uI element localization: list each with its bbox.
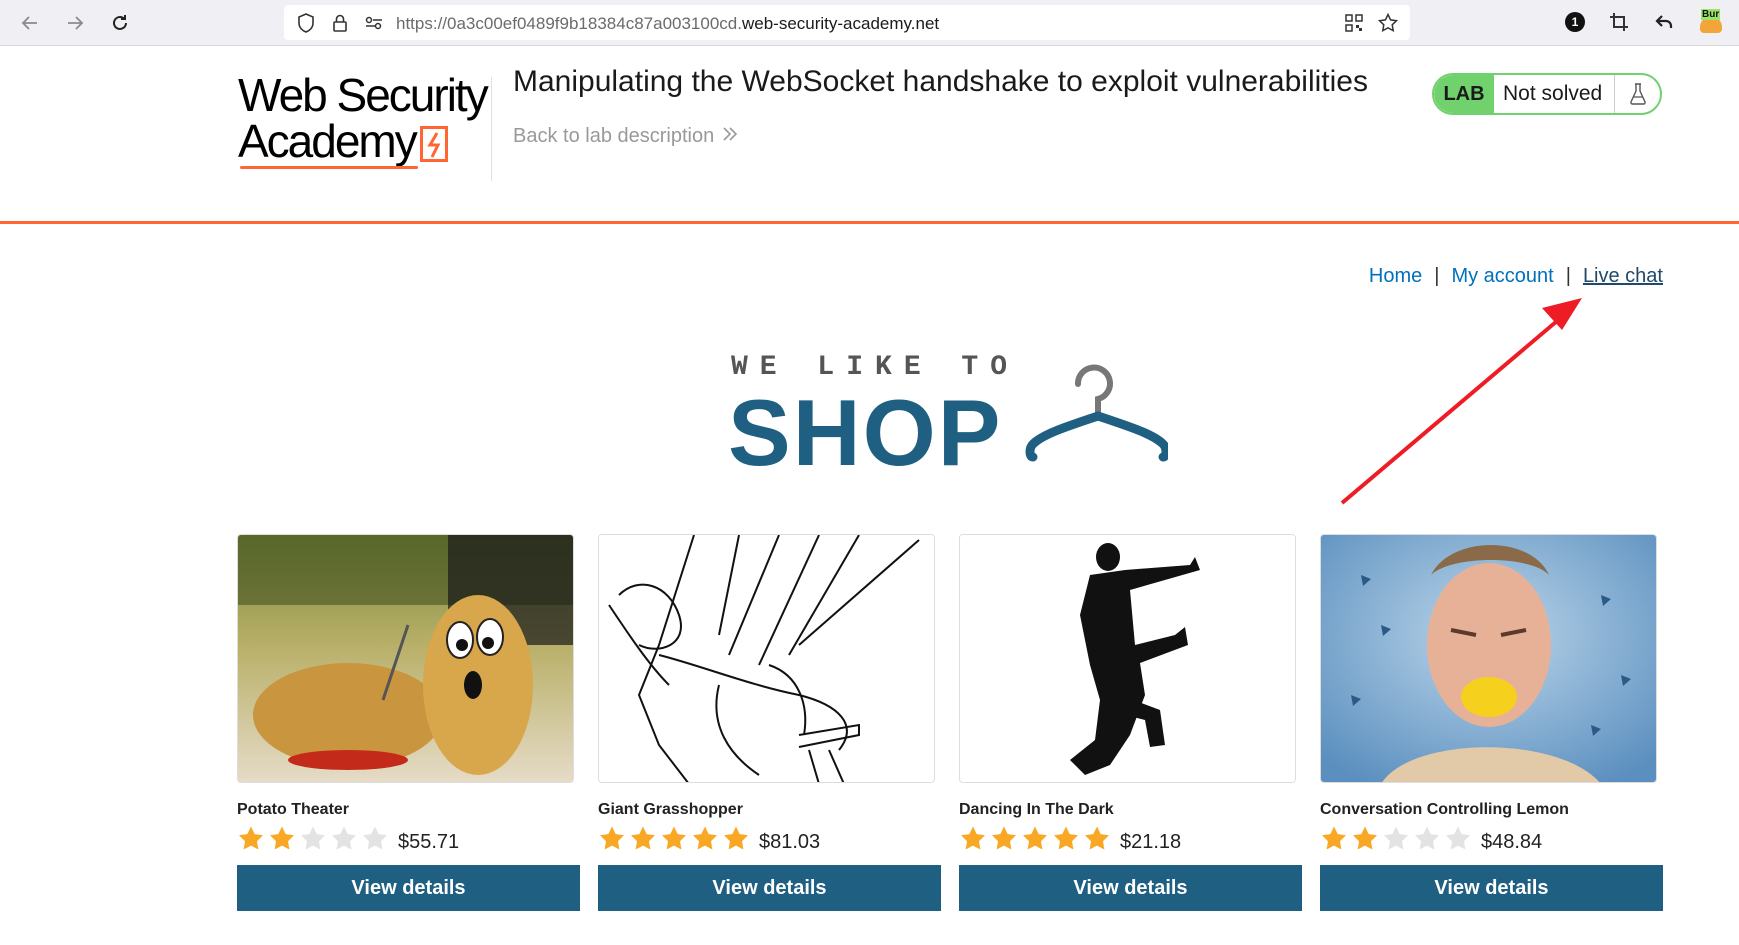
flask-icon (1614, 75, 1660, 113)
academy-header: Web Security Academy Manipulating the We… (0, 47, 1739, 224)
star-rating (959, 825, 1111, 853)
lab-title: Manipulating the WebSocket handshake to … (513, 65, 1368, 98)
clothes-hanger-icon (1025, 364, 1168, 462)
nav-separator: | (1565, 265, 1571, 287)
url-text[interactable]: https://0a3c00ef0489f9b18384c87a003100cd… (396, 14, 939, 34)
banner-headline: SHOP (728, 380, 1003, 485)
star-rating (598, 825, 750, 853)
dancer-silhouette-image[interactable] (959, 534, 1296, 783)
product-card: Potato Theater $55.71 View details (237, 534, 580, 911)
qr-code-icon[interactable] (1344, 13, 1364, 33)
lemon-face-image[interactable] (1320, 534, 1657, 783)
url-prefix: https://0a3c00ef0489f9b18384c87a003100cd… (396, 14, 742, 33)
star-filled-icon (1353, 826, 1377, 850)
undo-arrow-icon[interactable] (1651, 9, 1677, 35)
product-price: $48.84 (1481, 830, 1543, 853)
back-link-label: Back to lab description (513, 125, 715, 147)
star-empty-icon (1384, 826, 1408, 850)
burp-extension-icon[interactable]: Bur (1698, 9, 1724, 35)
view-details-button[interactable]: View details (237, 865, 580, 911)
banner-tagline: WE LIKE TO (731, 352, 1020, 383)
lock-icon[interactable] (330, 13, 350, 33)
star-filled-icon (961, 826, 985, 850)
back-arrow-icon[interactable] (16, 9, 44, 37)
view-details-button[interactable]: View details (598, 865, 941, 911)
star-filled-icon (600, 826, 624, 850)
logo-line1: Web Security (238, 69, 489, 121)
star-filled-icon (1322, 826, 1346, 850)
logo-lightning-mark-icon (419, 126, 448, 162)
burp-label: Bur (1701, 9, 1721, 20)
star-filled-icon (662, 826, 686, 850)
shop-navigation: Home | My account | Live chat (1369, 265, 1663, 288)
logo-line2: Academy (238, 115, 418, 167)
extension-badge-count: 1 (1565, 12, 1585, 32)
forward-arrow-icon[interactable] (61, 9, 89, 37)
product-name: Giant Grasshopper (598, 801, 743, 818)
star-filled-icon (1023, 826, 1047, 850)
reload-icon[interactable] (106, 9, 134, 37)
lab-badge: LAB (1434, 75, 1494, 113)
star-empty-icon (1415, 826, 1439, 850)
product-price: $81.03 (759, 830, 821, 853)
star-empty-icon (301, 826, 325, 850)
star-rating (237, 825, 389, 853)
star-filled-icon (992, 826, 1016, 850)
back-to-lab-description-link[interactable]: Back to lab description (513, 125, 738, 148)
web-security-academy-logo[interactable]: Web Security Academy (238, 69, 489, 182)
nav-my-account-link[interactable]: My account (1451, 265, 1553, 288)
product-name: Conversation Controlling Lemon (1320, 801, 1569, 818)
crop-icon[interactable] (1606, 9, 1632, 35)
star-empty-icon (363, 826, 387, 850)
star-empty-icon (332, 826, 356, 850)
product-name: Potato Theater (237, 801, 350, 818)
shop-banner: WE LIKE TO SHOP (728, 348, 1168, 480)
nav-separator: | (1434, 265, 1440, 287)
lab-status-widget: LAB Not solved (1432, 73, 1662, 115)
logo-underline (240, 166, 418, 169)
grasshopper-sketch-image[interactable] (598, 534, 935, 783)
browser-toolbar: https://0a3c00ef0489f9b18384c87a003100cd… (0, 0, 1739, 46)
star-filled-icon (631, 826, 655, 850)
star-filled-icon (1054, 826, 1078, 850)
product-price: $55.71 (398, 830, 460, 853)
product-price: $21.18 (1120, 830, 1182, 853)
shield-icon[interactable] (296, 13, 316, 33)
permissions-icon[interactable] (364, 13, 384, 33)
product-card: Dancing In The Dark $21.18 View details (959, 534, 1302, 911)
double-chevron-right-icon (722, 125, 738, 148)
product-name: Dancing In The Dark (959, 801, 1114, 818)
potato-image[interactable] (237, 534, 574, 783)
address-bar[interactable]: https://0a3c00ef0489f9b18384c87a003100cd… (284, 5, 1410, 40)
nav-home-link[interactable]: Home (1369, 265, 1422, 288)
product-card: Conversation Controlling Lemon $48.84 Vi… (1320, 534, 1663, 911)
star-filled-icon (724, 826, 748, 850)
bookmark-star-icon[interactable] (1378, 13, 1398, 33)
lab-status-text: Not solved (1503, 82, 1603, 105)
nav-live-chat-link[interactable]: Live chat (1583, 265, 1663, 288)
extension-badge-icon[interactable]: 1 (1562, 9, 1588, 35)
view-details-button[interactable]: View details (959, 865, 1302, 911)
product-card: Giant Grasshopper $81.03 View details (598, 534, 941, 911)
url-host: web-security-academy.net (741, 14, 940, 33)
star-filled-icon (239, 826, 263, 850)
view-details-button[interactable]: View details (1320, 865, 1663, 911)
star-filled-icon (693, 826, 717, 850)
star-filled-icon (1085, 826, 1109, 850)
star-empty-icon (1446, 826, 1470, 850)
star-filled-icon (270, 826, 294, 850)
star-rating (1320, 825, 1472, 853)
header-divider (491, 77, 492, 181)
